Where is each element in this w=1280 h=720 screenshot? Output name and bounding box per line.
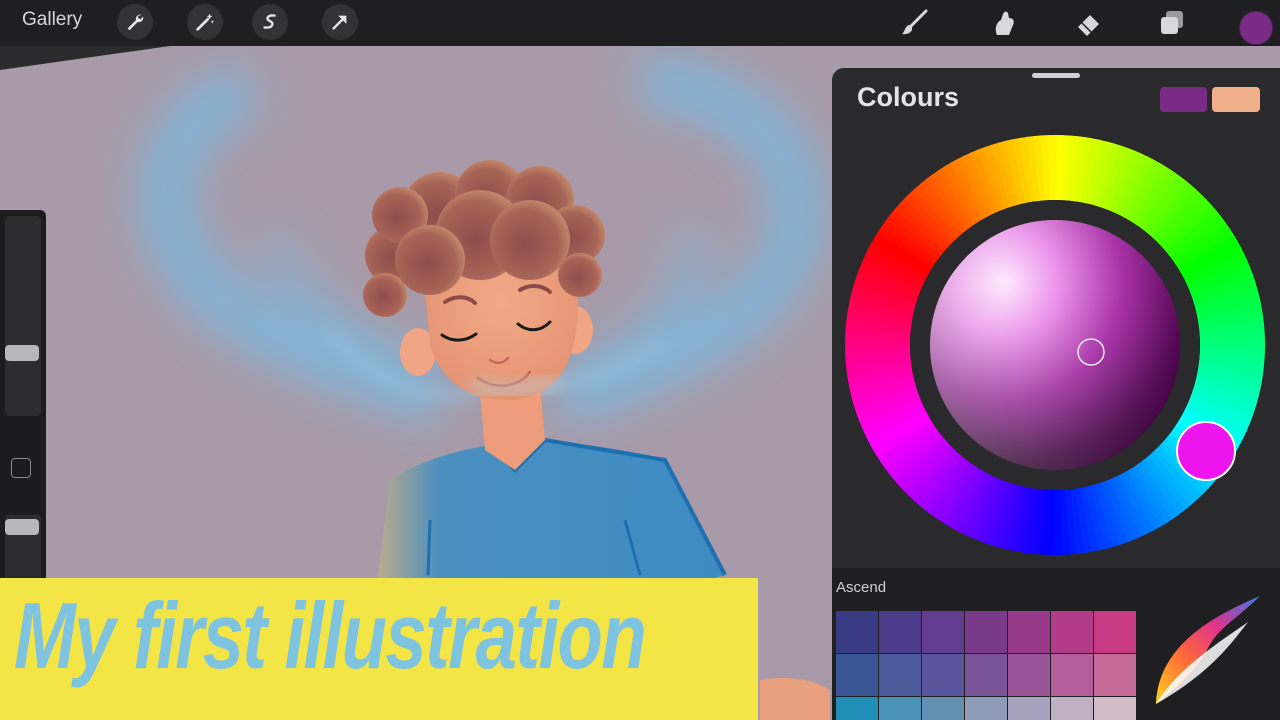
primary-colour-swatch[interactable] [1160,87,1207,112]
palette-swatch[interactable] [965,611,1007,653]
palette-swatch[interactable] [1051,611,1093,653]
wrench-icon [127,14,144,31]
selection-button[interactable] [252,4,288,40]
top-toolbar: Gallery [0,0,1280,46]
magic-wand-icon [196,13,214,31]
left-sidebar [0,210,46,590]
palette-swatch[interactable] [922,654,964,696]
smudge-icon [995,11,1014,35]
colour-wheel[interactable] [838,128,1272,562]
transform-arrow-icon [332,15,347,30]
palette-swatch[interactable] [879,611,921,653]
palette-swatch[interactable] [879,654,921,696]
transform-button[interactable] [322,4,358,40]
brush-size-thumb[interactable] [5,345,39,361]
hue-picker-handle[interactable] [1176,421,1236,481]
layers-button[interactable] [1155,6,1189,40]
panel-title: Colours [857,82,960,112]
palette-swatch[interactable] [1008,654,1050,696]
palette-swatch[interactable] [1094,654,1136,696]
secondary-colour-swatch[interactable] [1212,87,1260,112]
panel-grabber[interactable] [1032,73,1080,78]
banner-title: My first illustration [14,583,647,688]
palette-swatch[interactable] [836,654,878,696]
palette-swatch[interactable] [1008,611,1050,653]
current-colour-button[interactable] [1239,11,1273,45]
palette-swatch[interactable] [1094,611,1136,653]
palette-swatch[interactable] [836,697,878,720]
palette-swatch[interactable] [1051,697,1093,720]
eraser-icon [1078,15,1099,36]
palette-swatch[interactable] [922,611,964,653]
palette-swatch[interactable] [965,654,1007,696]
brush-icon [902,9,928,35]
palette-swatch[interactable] [1051,654,1093,696]
selection-icon [263,14,276,29]
eraser-button[interactable] [1072,6,1106,40]
palette-swatch[interactable] [1008,697,1050,720]
layers-icon [1161,11,1183,34]
actions-button[interactable] [117,4,153,40]
smudge-button[interactable] [987,6,1021,40]
brush-button[interactable] [897,6,931,40]
colours-panel: Colours Ascend [832,68,1280,720]
palette-swatch[interactable] [922,697,964,720]
palette-swatch[interactable] [836,611,878,653]
palette-name: Ascend [836,579,887,596]
procreate-logo-icon [1156,596,1260,704]
modify-button[interactable] [11,458,31,478]
brush-size-slider[interactable] [5,216,41,416]
opacity-thumb[interactable] [5,519,39,535]
palette-swatch[interactable] [1094,697,1136,720]
palette-swatch[interactable] [879,697,921,720]
adjustments-button[interactable] [187,4,223,40]
gallery-button[interactable]: Gallery [22,9,82,31]
palette-swatch[interactable] [965,697,1007,720]
